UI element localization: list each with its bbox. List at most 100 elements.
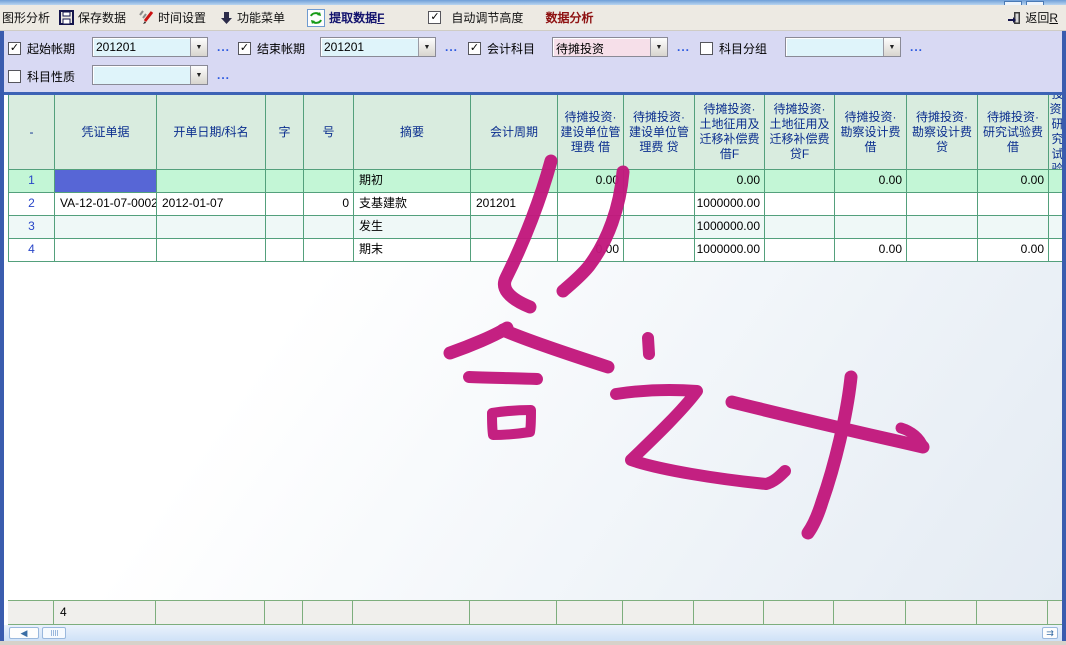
end-period-more-button[interactable]: ... — [445, 40, 458, 54]
cell[interactable] — [266, 170, 304, 193]
cell[interactable]: 1000000.00 — [695, 193, 765, 216]
cell[interactable] — [157, 239, 266, 262]
save-data-button[interactable]: 保存数据 — [59, 9, 126, 26]
chevron-down-icon[interactable]: ▼ — [190, 38, 207, 56]
checkbox-auto-height[interactable]: ✓ — [428, 11, 441, 24]
cell[interactable] — [907, 239, 978, 262]
end-period-combo[interactable]: 201201▼ ... — [320, 37, 458, 57]
cell[interactable]: 2012-01-07 — [157, 193, 266, 216]
checkbox-subject-nature[interactable] — [8, 70, 21, 83]
column-header[interactable]: 待摊投资· 建设单位管 理费 贷 — [624, 95, 695, 170]
cell[interactable]: 1 — [9, 170, 55, 193]
cell[interactable] — [624, 216, 695, 239]
time-settings-button[interactable]: 时间设置 — [138, 9, 206, 26]
cell[interactable] — [907, 193, 978, 216]
cell[interactable]: VA-12-01-07-0002 — [55, 193, 157, 216]
cell[interactable]: 0.00 — [558, 170, 624, 193]
cell[interactable] — [624, 170, 695, 193]
column-header[interactable]: 待摊投资· 土地征用及 迁移补偿费 借F — [695, 95, 765, 170]
cell[interactable]: 0.00 — [835, 170, 907, 193]
cell[interactable] — [558, 216, 624, 239]
column-header[interactable]: 号 — [304, 95, 354, 170]
cell[interactable] — [765, 193, 835, 216]
cell[interactable] — [266, 216, 304, 239]
cell[interactable]: 0.00 — [558, 239, 624, 262]
checkbox-subject-group[interactable] — [700, 42, 713, 55]
cell[interactable]: 支基建款 — [354, 193, 471, 216]
column-header[interactable]: 会计周期 — [471, 95, 558, 170]
cell[interactable] — [55, 216, 157, 239]
column-header[interactable]: - — [9, 95, 55, 170]
subject-nature-combo[interactable]: ▼ ... — [92, 65, 230, 85]
checkbox-subject[interactable]: ✓ — [468, 42, 481, 55]
cell[interactable] — [266, 193, 304, 216]
subject-nature-more-button[interactable]: ... — [217, 68, 230, 82]
cell[interactable]: 1000000.00 — [695, 216, 765, 239]
cell[interactable]: 1000000.00 — [695, 239, 765, 262]
column-header[interactable]: 待摊投资· 研究试验费 贷 — [1049, 95, 1062, 170]
extract-data-button[interactable]: 提取数据F — [307, 9, 384, 27]
subject-more-button[interactable]: ... — [677, 40, 690, 54]
column-header[interactable]: 待摊投资· 研究试验费 借 — [978, 95, 1049, 170]
subject-group-combo[interactable]: ▼ ... — [785, 37, 923, 57]
cell[interactable] — [907, 216, 978, 239]
cell[interactable] — [266, 239, 304, 262]
cell[interactable]: 201201 — [471, 193, 558, 216]
horizontal-scrollbar[interactable]: ◀ ⇉ — [4, 625, 1062, 641]
scroll-split-button[interactable]: ⇉ — [1042, 627, 1058, 639]
function-menu-button[interactable]: 功能菜单 — [220, 9, 285, 26]
cell[interactable] — [765, 239, 835, 262]
return-button[interactable]: 返回R — [1007, 9, 1058, 26]
cell[interactable]: 0.00 — [978, 239, 1049, 262]
cell[interactable]: 2 — [9, 193, 55, 216]
cell[interactable] — [1049, 216, 1062, 239]
chevron-down-icon[interactable]: ▼ — [190, 66, 207, 84]
column-header[interactable]: 字 — [266, 95, 304, 170]
column-header[interactable]: 开单日期/科名 — [157, 95, 266, 170]
data-analysis-button[interactable]: 数据分析 — [545, 9, 593, 26]
column-header[interactable]: 待摊投资· 建设单位管 理费 借 — [558, 95, 624, 170]
cell[interactable] — [304, 216, 354, 239]
column-header[interactable]: 凭证单据 — [55, 95, 157, 170]
checkbox-end-period[interactable]: ✓ — [238, 42, 251, 55]
cell[interactable]: 期初 — [354, 170, 471, 193]
cell[interactable] — [55, 239, 157, 262]
cell[interactable] — [1049, 239, 1062, 262]
cell[interactable]: 0.00 — [978, 170, 1049, 193]
checkbox-start-period[interactable]: ✓ — [8, 42, 21, 55]
subject-group-more-button[interactable]: ... — [910, 40, 923, 54]
cell[interactable]: 4 — [9, 239, 55, 262]
cell[interactable] — [978, 193, 1049, 216]
cell[interactable] — [1049, 170, 1062, 193]
cell[interactable]: 3 — [9, 216, 55, 239]
cell[interactable] — [1049, 193, 1062, 216]
cell[interactable] — [558, 193, 624, 216]
scroll-left-button[interactable]: ◀ — [9, 627, 39, 639]
cell[interactable]: 0.00 — [695, 170, 765, 193]
column-header[interactable]: 待摊投资· 勘察设计费 贷 — [907, 95, 978, 170]
subject-combo[interactable]: 待摊投资▼ ... — [552, 37, 690, 57]
start-period-combo[interactable]: 201201▼ ... — [92, 37, 230, 57]
cell[interactable] — [835, 216, 907, 239]
chevron-down-icon[interactable]: ▼ — [883, 38, 900, 56]
cell[interactable] — [624, 239, 695, 262]
cell[interactable]: 期末 — [354, 239, 471, 262]
cell[interactable] — [978, 216, 1049, 239]
column-header[interactable]: 摘要 — [354, 95, 471, 170]
chevron-down-icon[interactable]: ▼ — [418, 38, 435, 56]
cell[interactable] — [471, 216, 558, 239]
cell[interactable] — [157, 216, 266, 239]
cell[interactable] — [304, 170, 354, 193]
cell[interactable] — [55, 170, 157, 193]
scrollbar-thumb[interactable] — [42, 627, 66, 639]
graph-analysis-button[interactable]: 图形分析 — [2, 9, 50, 26]
cell[interactable] — [471, 170, 558, 193]
cell[interactable] — [835, 193, 907, 216]
cell[interactable] — [765, 170, 835, 193]
cell[interactable] — [304, 239, 354, 262]
cell[interactable] — [907, 170, 978, 193]
auto-height-checkbox[interactable]: ✓ 自动调节高度 — [428, 9, 523, 26]
cell[interactable] — [624, 193, 695, 216]
cell[interactable]: 0 — [304, 193, 354, 216]
column-header[interactable]: 待摊投资· 土地征用及 迁移补偿费 贷F — [765, 95, 835, 170]
